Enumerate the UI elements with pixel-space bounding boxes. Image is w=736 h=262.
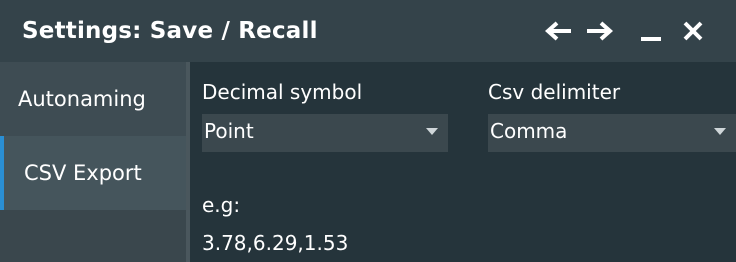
settings-window: Settings: Save / Recall Autonaming CSV E…: [0, 0, 736, 262]
tab-autonaming[interactable]: Autonaming: [0, 62, 186, 136]
example-label: e.g:: [202, 193, 241, 217]
chevron-down-icon: [426, 128, 438, 135]
csv-delimiter-dropdown[interactable]: Comma: [488, 114, 736, 152]
window-title: Settings: Save / Recall: [22, 18, 318, 44]
chevron-down-icon: [714, 128, 726, 135]
settings-sidebar: Autonaming CSV Export: [0, 62, 186, 262]
minimize-button[interactable]: [634, 14, 668, 48]
tab-csv-export[interactable]: CSV Export: [0, 136, 186, 210]
decimal-symbol-label: Decimal symbol: [202, 80, 363, 104]
tab-csv-export-label: CSV Export: [24, 161, 142, 185]
csv-export-panel: Decimal symbol Csv delimiter Point Comma…: [190, 62, 736, 262]
arrow-right-icon: [587, 21, 613, 41]
csv-delimiter-value: Comma: [490, 119, 568, 143]
example-value: 3.78,6.29,1.53: [202, 231, 349, 255]
close-icon: [683, 21, 703, 41]
sidebar-empty-slot: [0, 210, 186, 262]
csv-delimiter-label: Csv delimiter: [488, 80, 621, 104]
back-button[interactable]: [542, 14, 576, 48]
decimal-symbol-value: Point: [204, 119, 254, 143]
arrow-left-icon: [545, 21, 571, 41]
tab-autonaming-label: Autonaming: [18, 87, 146, 111]
minimize-icon: [641, 37, 661, 41]
decimal-symbol-dropdown[interactable]: Point: [202, 114, 448, 152]
close-button[interactable]: [676, 14, 710, 48]
title-bar: Settings: Save / Recall: [0, 0, 736, 62]
forward-button[interactable]: [582, 14, 616, 48]
